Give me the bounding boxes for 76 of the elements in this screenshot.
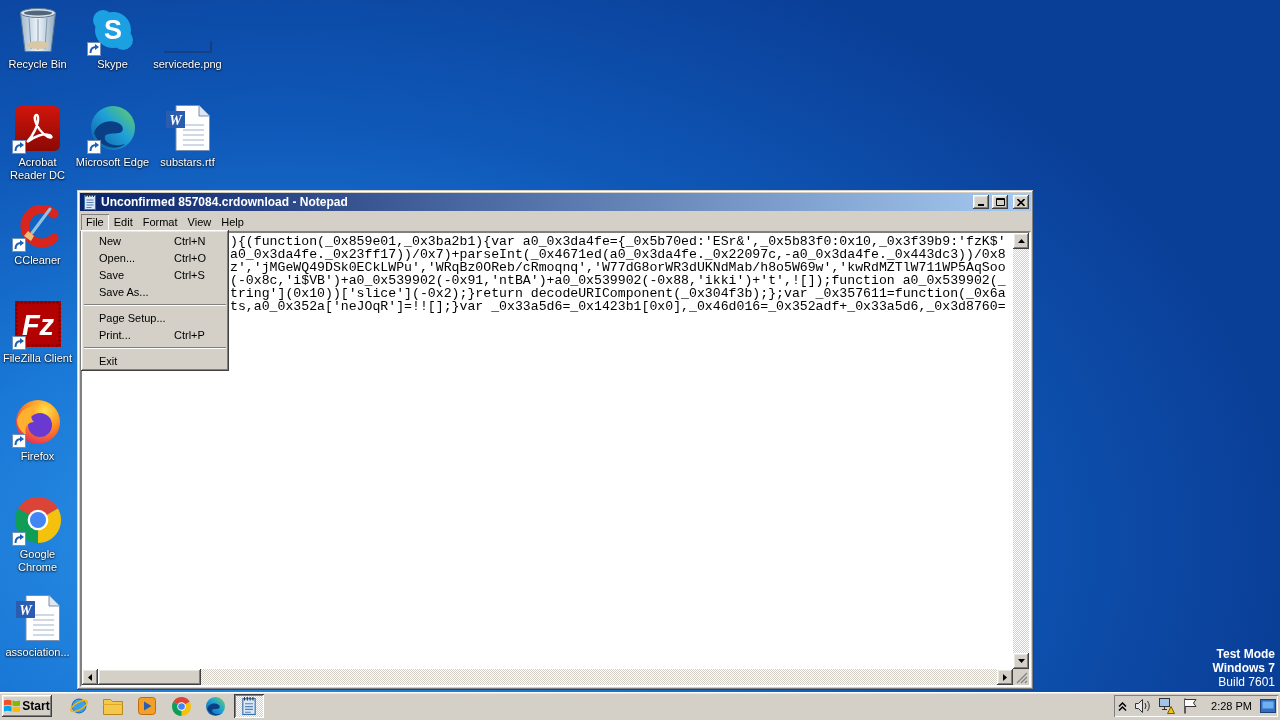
shortcut-label: Ctrl+P [174, 328, 206, 341]
icon-label[interactable]: Recycle Bin [8, 58, 67, 71]
menu-bar-item[interactable]: Help [216, 214, 249, 231]
window-title: Unconfirmed 857084.crdownload - Notepad [101, 195, 349, 209]
scroll-right-button[interactable] [997, 669, 1013, 685]
notepad-icon [82, 194, 98, 210]
chrome-icon[interactable] [14, 497, 61, 543]
icon-label[interactable]: servicede.png [153, 58, 222, 71]
menu-item[interactable]: Page Setup... [83, 309, 227, 326]
minimize-button[interactable] [973, 195, 989, 209]
up-arrow-icon [1017, 239, 1025, 243]
menu-bar-item[interactable]: Format [137, 214, 183, 231]
close-button[interactable] [1013, 195, 1029, 209]
show-desktop-icon[interactable] [1260, 699, 1276, 713]
down-arrow-icon [1017, 659, 1025, 663]
shortcut-label: Ctrl+S [174, 268, 206, 281]
minimize-icon [978, 204, 984, 206]
chevron-up-icon[interactable] [1118, 701, 1128, 711]
network-icon[interactable] [1159, 698, 1176, 714]
taskbar-button[interactable] [234, 694, 264, 718]
menu-item[interactable]: Exit [83, 352, 227, 369]
code-line: z','jMGeWQ49DSk0ECkLWPu','WRqBz0OReb/cRmoqnq','W77dG8orWR3dUKNdMab/h8o5W69w','kwRdMZTlW711WP5AqSoo [230, 261, 1006, 274]
maximize-button[interactable] [992, 195, 1008, 209]
firefox-icon[interactable] [15, 400, 60, 444]
icon-label[interactable]: Microsoft Edge [75, 156, 150, 169]
menu-item[interactable]: Save As... [83, 283, 227, 300]
icon-label[interactable]: Skype [97, 58, 128, 71]
notepad-icon[interactable] [240, 697, 258, 715]
icon-label[interactable]: CCleaner [14, 254, 61, 267]
chrome-icon[interactable] [171, 696, 191, 716]
recycle-bin-icon[interactable] [18, 8, 57, 52]
start-button[interactable]: Start [2, 695, 52, 717]
code-line: ts,a0_0x352a['neJOqR']=!![];}var _0x33a5d6=_0x1423b1[0x0],_0x46d016=_0x352adf+_0x33a5d6,_0x3d8760= [230, 300, 1006, 313]
play-icon[interactable] [138, 697, 156, 715]
edge-icon[interactable] [90, 106, 135, 150]
acrobat-icon[interactable] [15, 105, 60, 151]
icon-label[interactable]: Google Chrome [0, 548, 75, 574]
size-grip-icon[interactable] [1016, 672, 1028, 684]
text-area[interactable] [82, 233, 1013, 669]
code-line: a0_0x3da4fe._0x23ff17))/0x7)+parseInt(_0x4671ed(a0_0x3da4fe._0x22097c,-a0_0x3da4fe._0x443dc3))/0x8 [230, 248, 1006, 261]
icon-label[interactable]: FileZilla Client [2, 352, 73, 365]
icon-label[interactable]: Acrobat Reader DC [0, 156, 75, 182]
shortcut-label: Ctrl+N [174, 234, 207, 247]
right-arrow-icon [1003, 673, 1007, 681]
scroll-thumb[interactable] [98, 669, 201, 685]
menu-bar-item[interactable]: Edit [108, 214, 138, 231]
blank-thumbnail-icon[interactable] [163, 41, 212, 53]
code-line: ){(function(_0x859e01,_0x3ba2b1){var a0_0x3da4fe={_0x5b70ed:'ESr&',_0x5b83f0:0x10,_0x3f39b9:'fzK$' [230, 235, 1006, 248]
icon-label[interactable]: Firefox [20, 450, 55, 463]
scroll-down-button[interactable] [1013, 653, 1029, 669]
menu-item[interactable]: Print... Ctrl+P [83, 326, 227, 343]
icon-label[interactable]: substars.rtf [160, 156, 215, 169]
globe-icon[interactable] [69, 696, 89, 716]
flag-icon[interactable] [1183, 698, 1198, 714]
left-arrow-icon [88, 673, 92, 681]
os-notice-text: Windows 7 [1212, 661, 1275, 675]
icon-label[interactable]: association... [5, 646, 70, 659]
menu-item[interactable]: Open... Ctrl+O [83, 249, 227, 266]
windows-logo-icon [4, 699, 21, 713]
menu-item[interactable]: Save Ctrl+S [83, 266, 227, 283]
close-icon [1017, 198, 1025, 206]
menu-item[interactable]: New Ctrl+N [83, 232, 227, 249]
shortcut-label: Ctrl+O [174, 251, 208, 264]
os-notice-text: Build 7601 [1218, 675, 1275, 689]
code-line: tring'](0x10))['slice'](-0x2);}return decodeURIComponent(_0x304f3b);};var _0x357611=function(_0x6a [230, 287, 1006, 300]
scroll-up-button[interactable] [1013, 233, 1029, 249]
code-line: (-0x8c,'i$VB')+a0_0x539902(-0x91,'ntBA')+a0_0x539902(-0x88,'ikki')+'t',![]);function a0_0x539902(_ [230, 274, 1006, 287]
maximize-icon [995, 198, 1005, 206]
filezilla-icon[interactable]: Fz [14, 301, 61, 347]
edge-icon[interactable] [205, 696, 225, 716]
speaker-icon[interactable] [1135, 699, 1152, 713]
menu-bar-item[interactable]: View [182, 214, 217, 231]
clock[interactable]: 2:28 PM [1211, 700, 1252, 712]
scroll-left-button[interactable] [82, 669, 98, 685]
os-notice-text: Test Mode [1216, 647, 1275, 661]
menu-bar-item[interactable]: File [81, 214, 109, 231]
